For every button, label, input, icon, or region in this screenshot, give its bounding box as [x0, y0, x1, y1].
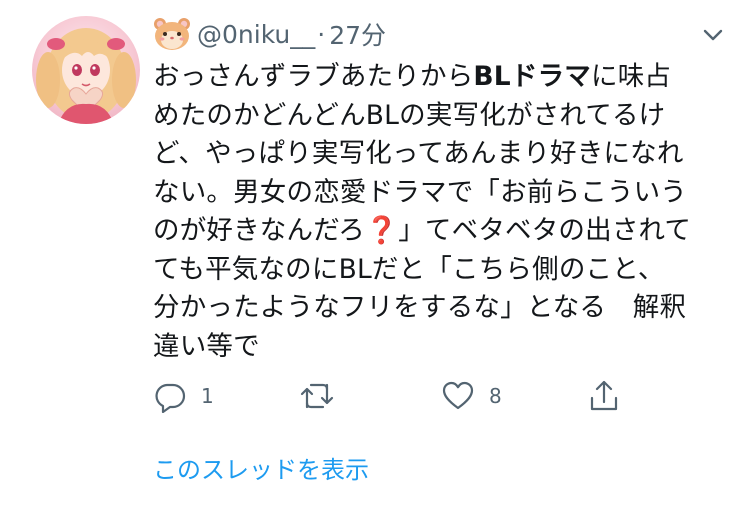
- tweet-text-line: ても平気なのにBLだと「こちら側のこと、: [153, 253, 665, 285]
- share-button[interactable]: [587, 376, 621, 416]
- hamster-face-icon: [153, 17, 191, 51]
- tweet-text-line: ど、やっぱり実写化ってあんまり好きになれ: [153, 138, 684, 169]
- reply-icon: [155, 383, 186, 413]
- tweet-text-line: めたのかどんどんBLの実写化がされてるけ: [153, 99, 666, 131]
- tweet-actions: 1 8: [153, 376, 633, 416]
- like-count: 8: [489, 384, 502, 408]
- avatar[interactable]: [32, 16, 140, 124]
- heart-icon: [442, 381, 474, 410]
- separator-dot: ·: [317, 19, 326, 49]
- text-segment: に味占: [591, 61, 672, 92]
- text-segment: おっさんずラブあたりから: [153, 61, 474, 92]
- chevron-down-icon[interactable]: [698, 20, 728, 50]
- tweet-text-line: 分かったようなフリをするな」となる 解釈: [153, 292, 687, 323]
- retweet-icon: [300, 383, 334, 409]
- like-button[interactable]: 8: [441, 376, 502, 416]
- tweet-header: @0niku__ · 27分: [153, 14, 386, 54]
- text-segment: 」てベタベタの出されて: [398, 215, 692, 246]
- tweet-text-line: おっさんずラブあたりからBLドラマに味占: [153, 58, 733, 97]
- tweet-text-line: ない。男女の恋愛ドラマで「お前らこういう: [153, 176, 687, 208]
- author-handle[interactable]: @0niku__: [197, 20, 315, 49]
- reply-button[interactable]: 1: [153, 376, 214, 416]
- tweet-card[interactable]: @0niku__ · 27分 おっさんずラブあたりからBLドラマに味占 めたのか…: [0, 0, 750, 506]
- show-thread-link[interactable]: このスレッドを表示: [153, 450, 369, 485]
- tweet-text-line: 違い等で: [153, 330, 260, 362]
- tweet-time[interactable]: 27分: [329, 16, 386, 52]
- tweet-text-line: のが好きなんだろ❓」てベタベタの出されて: [153, 212, 733, 251]
- tweet-text: おっさんずラブあたりからBLドラマに味占 めたのかどんどんBLの実写化がされてる…: [153, 58, 733, 366]
- retweet-button[interactable]: [299, 376, 349, 416]
- share-icon: [590, 380, 618, 411]
- reply-count: 1: [201, 384, 214, 408]
- text-segment: のが好きなんだろ: [153, 215, 366, 246]
- text-segment-bold: BLドラマ: [473, 61, 591, 92]
- question-mark-icon: ❓: [365, 215, 399, 246]
